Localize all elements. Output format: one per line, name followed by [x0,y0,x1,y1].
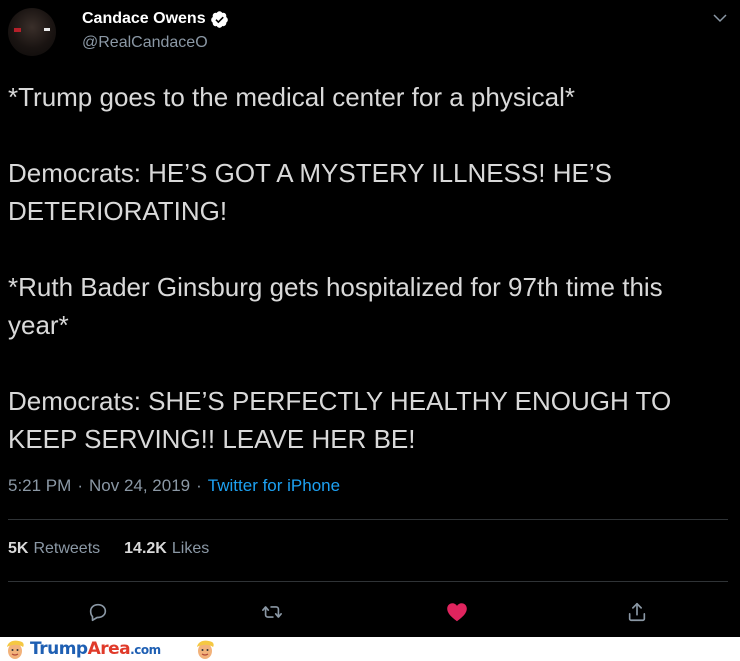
watermark-footer: TrumpArea.com [0,637,740,661]
tweet-paragraph: Democrats: HE’S GOT A MYSTERY ILLNESS! H… [8,158,612,226]
tweet-source-link[interactable]: Twitter for iPhone [208,476,340,496]
brand-part-trump: Trump [30,639,88,659]
retweets-label: Retweets [33,540,101,557]
reply-icon[interactable] [84,598,112,626]
tweet-paragraph: *Trump goes to the medical center for a … [8,82,575,112]
author-name-row[interactable]: Candace Owens [82,8,229,30]
tweet-paragraph: Democrats: SHE’S PERFECTLY HEALTHY ENOUG… [8,386,672,454]
share-icon[interactable] [623,598,651,626]
likes-count: 14.2K [124,540,167,557]
tweet-date[interactable]: Nov 24, 2019 [89,476,190,496]
avatar-red-mark [14,28,21,32]
avatar-white-mark [44,28,50,31]
tweet-stats: 5K Retweets 14.2K Likes [8,540,209,558]
divider [8,519,728,520]
retweet-icon[interactable] [258,598,286,626]
trumparea-logo: TrumpArea.com [30,638,161,661]
retweets-stat[interactable]: 5K Retweets [8,540,100,558]
trump-face-logo-icon [194,638,216,660]
tweet-meta: 5:21 PM · Nov 24, 2019 · Twitter for iPh… [8,476,340,496]
tweet-time[interactable]: 5:21 PM [8,476,71,496]
retweets-count: 5K [8,540,29,557]
verified-badge-icon [210,10,229,29]
likes-stat[interactable]: 14.2K Likes [124,540,209,558]
avatar[interactable] [8,8,56,56]
tweet-paragraph: *Ruth Bader Ginsburg gets hospitalized f… [8,272,663,340]
chevron-down-icon[interactable] [710,8,730,28]
trump-face-logo-icon [4,638,26,660]
author-display-name[interactable]: Candace Owens [82,10,206,28]
divider [8,581,728,582]
tweet-card: Candace Owens @RealCandaceO *Trump goes … [0,0,740,637]
author-handle[interactable]: @RealCandaceO [82,34,208,52]
meta-separator: · [196,476,202,495]
likes-label: Likes [171,540,210,557]
brand-part-com: .com [130,643,161,657]
heart-filled-icon[interactable] [443,598,471,626]
brand-part-area: Area [87,639,131,659]
tweet-actions [0,598,740,626]
meta-separator: · [77,476,83,495]
tweet-text: *Trump goes to the medical center for a … [8,78,728,496]
